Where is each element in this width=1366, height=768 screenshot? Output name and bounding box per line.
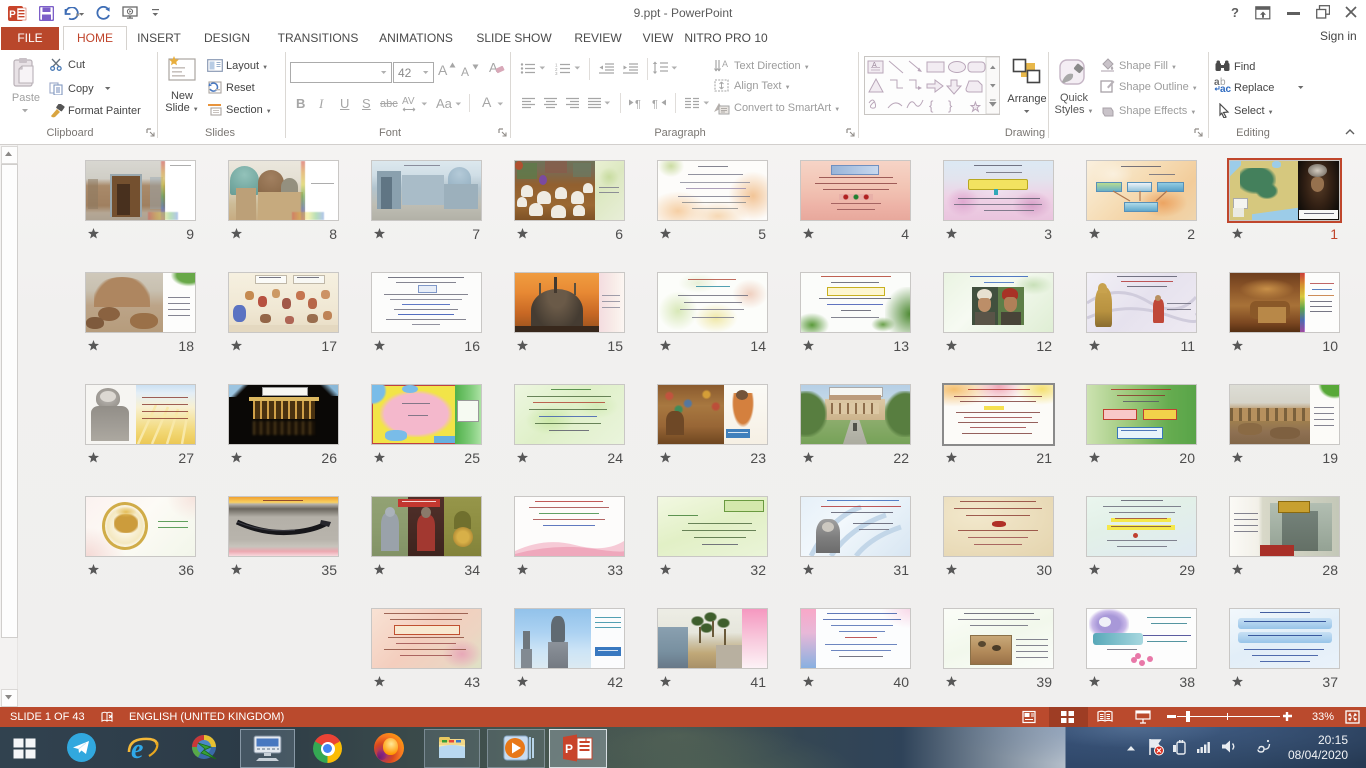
svg-text:}: } bbox=[948, 98, 953, 113]
svg-text:3: 3 bbox=[555, 71, 558, 75]
svg-text:P: P bbox=[565, 742, 573, 756]
svg-text:¶: ¶ bbox=[635, 99, 641, 110]
svg-text:A: A bbox=[722, 59, 728, 69]
svg-text:{: { bbox=[929, 98, 934, 113]
svg-text:A: A bbox=[872, 62, 877, 69]
svg-text:¶: ¶ bbox=[652, 99, 658, 110]
svg-text:P: P bbox=[9, 10, 16, 21]
